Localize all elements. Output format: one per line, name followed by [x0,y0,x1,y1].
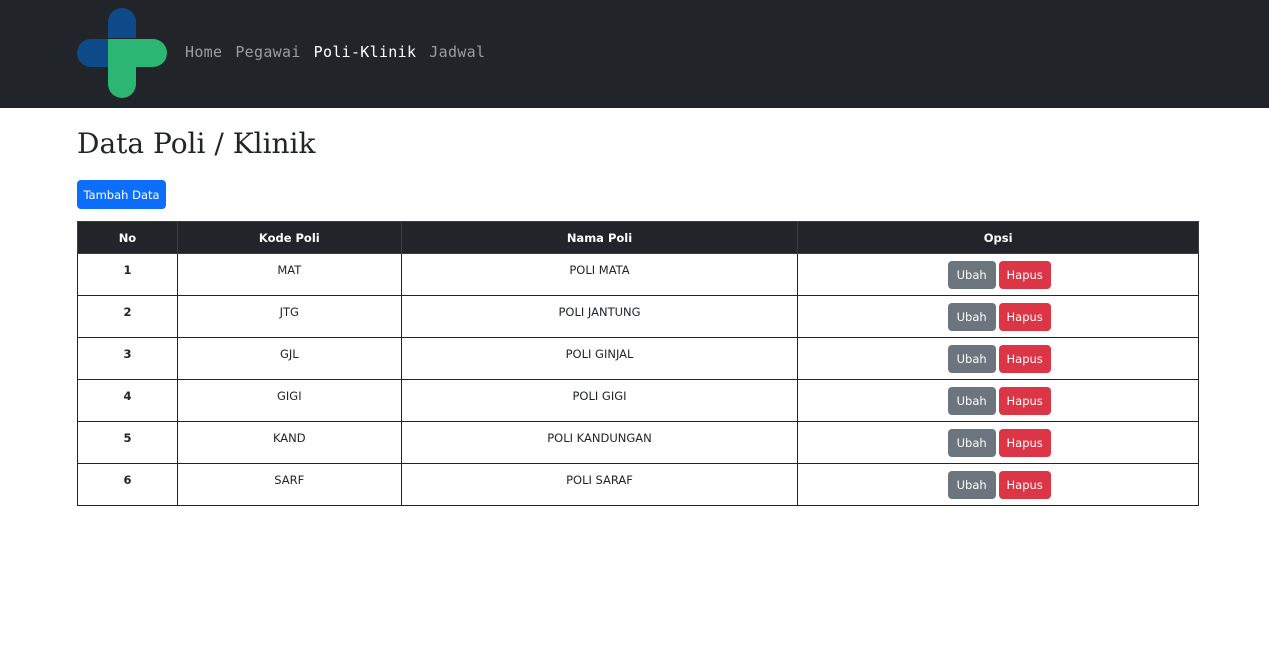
cell-nama-poli: POLI SARAF [400,463,799,506]
cell-kode-poli: SARF [176,463,402,506]
edit-button[interactable]: Ubah [947,303,996,331]
medical-cross-icon[interactable] [77,8,167,98]
cell-no-text: 3 [123,347,132,361]
cell-kode-poli-text: GIGI [276,389,302,403]
cell-nama-poli-text: POLI GIGI [572,389,627,403]
delete-button[interactable]: Hapus [998,471,1051,499]
table-body: 1 MAT POLI MATA Ubah Hapus 2 JTG POLI JANTUNG Ub… [77,253,1199,506]
table-header-row: No Kode Poli Nama Poli Opsi [77,221,1199,254]
row-actions: Ubah Hapus [800,254,1198,289]
delete-button[interactable]: Hapus [998,345,1051,373]
cell-no-text: 5 [123,431,132,445]
add-data-button[interactable]: Tambah Data [77,180,166,209]
edit-button[interactable]: Ubah [947,387,996,415]
page-title: Data Poli / Klinik [77,127,316,160]
cell-no: 5 [77,421,178,464]
cell-kode-poli: KAND [176,421,402,464]
table-row: 2 JTG POLI JANTUNG Ubah Hapus [77,295,1199,338]
cell-kode-poli-text: SARF [274,473,305,487]
cell-nama-poli-text: POLI KANDUNGAN [547,431,652,445]
cell-kode-poli: GIGI [176,379,402,422]
delete-button[interactable]: Hapus [998,387,1051,415]
row-actions: Ubah Hapus [800,464,1198,499]
nav-link-jadwal[interactable]: Jadwal [429,42,485,62]
cell-kode-poli-text: MAT [277,263,302,277]
cell-no-text: 4 [123,389,132,403]
cell-kode-poli-text: GJL [279,347,299,361]
row-actions: Ubah Hapus [800,296,1198,331]
nav-link-poli-klinik[interactable]: Poli-Klinik [314,42,417,62]
header-opsi: Opsi [797,221,1199,254]
cell-nama-poli-text: POLI JANTUNG [558,305,641,319]
cell-no-text: 1 [123,263,132,277]
row-actions: Ubah Hapus [800,338,1198,373]
edit-button[interactable]: Ubah [947,429,996,457]
cell-no: 2 [77,295,178,338]
table-row: 6 SARF POLI SARAF Ubah Hapus [77,463,1199,506]
cell-nama-poli: POLI MATA [400,253,799,296]
cell-opsi: Ubah Hapus [797,379,1199,422]
cell-opsi: Ubah Hapus [797,463,1199,506]
delete-button[interactable]: Hapus [998,429,1051,457]
table-row: 5 KAND POLI KANDUNGAN Ubah Hapus [77,421,1199,464]
main-nav: Home Pegawai Poli-Klinik Jadwal [185,42,498,62]
edit-button[interactable]: Ubah [947,345,996,373]
row-actions: Ubah Hapus [800,380,1198,415]
table-row: 4 GIGI POLI GIGI Ubah Hapus [77,379,1199,422]
cell-nama-poli-text: POLI MATA [569,263,630,277]
cell-nama-poli: POLI JANTUNG [400,295,799,338]
cell-no: 6 [77,463,178,506]
cell-kode-poli: GJL [176,337,402,380]
row-actions: Ubah Hapus [800,422,1198,457]
cell-no-text: 6 [123,473,132,487]
table-row: 3 GJL POLI GINJAL Ubah Hapus [77,337,1199,380]
poli-table: No Kode Poli Nama Poli Opsi 1 MAT POLI MAT… [77,221,1199,506]
cell-nama-poli: POLI GIGI [400,379,799,422]
cell-opsi: Ubah Hapus [797,421,1199,464]
cell-opsi: Ubah Hapus [797,295,1199,338]
cell-nama-poli: POLI GINJAL [400,337,799,380]
cell-opsi: Ubah Hapus [797,337,1199,380]
table-row: 1 MAT POLI MATA Ubah Hapus [77,253,1199,296]
cell-no: 1 [77,253,178,296]
cell-kode-poli-text: KAND [272,431,306,445]
nav-link-home[interactable]: Home [185,42,222,62]
cell-no: 4 [77,379,178,422]
cell-no-text: 2 [123,305,132,319]
cell-no: 3 [77,337,178,380]
delete-button[interactable]: Hapus [998,303,1051,331]
header-no: No [77,221,178,254]
delete-button[interactable]: Hapus [998,261,1051,289]
cell-nama-poli: POLI KANDUNGAN [400,421,799,464]
edit-button[interactable]: Ubah [947,261,996,289]
edit-button[interactable]: Ubah [947,471,996,499]
cell-opsi: Ubah Hapus [797,253,1199,296]
header-nama-poli: Nama Poli [400,221,799,254]
cell-nama-poli-text: POLI GINJAL [565,347,634,361]
cell-kode-poli: JTG [176,295,402,338]
cell-kode-poli-text: JTG [279,305,299,319]
cell-kode-poli: MAT [176,253,402,296]
cell-nama-poli-text: POLI SARAF [566,473,633,487]
nav-link-pegawai[interactable]: Pegawai [235,42,300,62]
header-kode-poli: Kode Poli [176,221,402,254]
top-navbar: Home Pegawai Poli-Klinik Jadwal [0,0,1269,108]
